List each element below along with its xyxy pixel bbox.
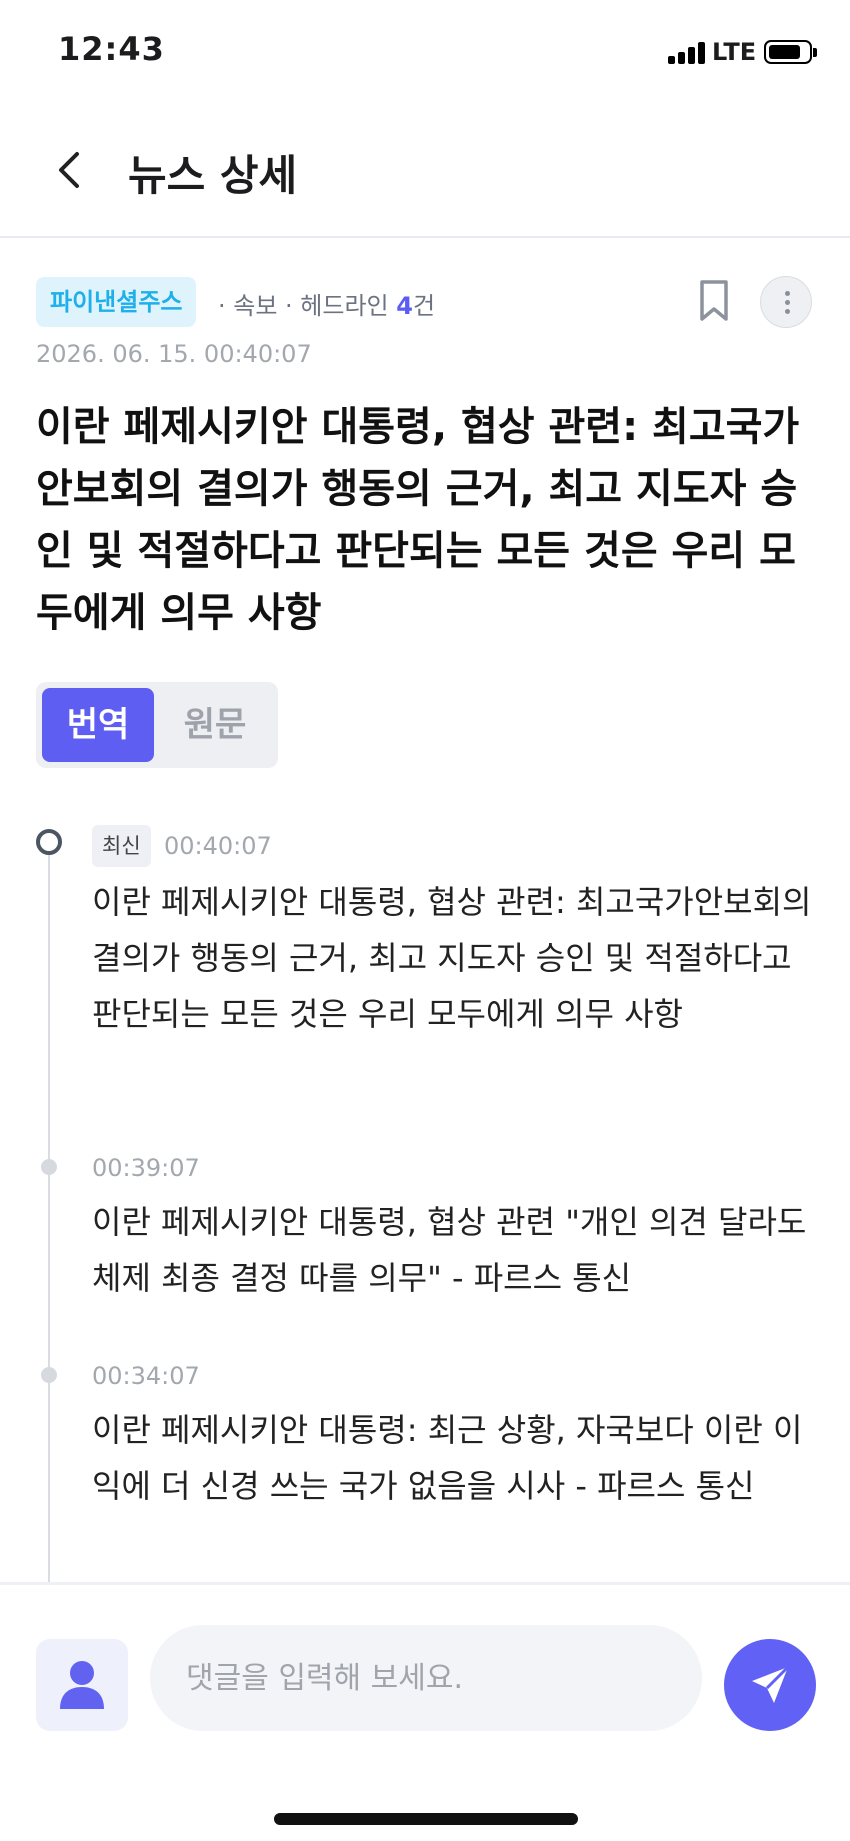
more-options-button[interactable] xyxy=(760,276,812,328)
status-bar: 12:43 LTE xyxy=(0,0,850,110)
app-header: 뉴스 상세 xyxy=(0,110,850,238)
user-icon xyxy=(60,1661,104,1709)
bookmark-icon xyxy=(700,280,728,321)
article-timestamp: 2026. 06. 15. 00:40:07 xyxy=(36,340,312,368)
battery-icon xyxy=(764,40,817,64)
meta-category: · 속보 · 헤드라인 xyxy=(218,292,389,320)
timeline-dot xyxy=(41,1367,57,1383)
page-title: 뉴스 상세 xyxy=(128,151,298,200)
back-button[interactable] xyxy=(40,140,100,200)
timeline-dot-latest xyxy=(36,829,62,855)
send-button[interactable] xyxy=(724,1639,816,1731)
comment-input[interactable] xyxy=(150,1625,702,1731)
more-vertical-icon xyxy=(785,291,790,296)
send-icon xyxy=(752,1665,790,1703)
status-time: 12:43 xyxy=(58,30,165,68)
network-type: LTE xyxy=(712,38,757,66)
timeline-time: 00:34:07 xyxy=(92,1362,200,1390)
timeline-time: 00:40:07 xyxy=(164,832,272,860)
source-badge[interactable]: 파이낸셜주스 xyxy=(36,277,197,327)
news-detail-screen: 12:43 LTE 뉴스 상세 파이낸셜주스 · 속보 · 헤드라인 4건 20… xyxy=(0,0,850,1841)
meta-count-suffix: 건 xyxy=(412,292,436,320)
original-tab[interactable]: 원문 xyxy=(158,688,272,762)
language-toggle: 번역 원문 xyxy=(36,682,278,768)
signal-icon xyxy=(668,40,706,64)
chevron-left-icon xyxy=(59,152,79,188)
timeline-item-text[interactable]: 이란 페제시키안 대통령, 협상 관련 "개인 의견 달라도 체제 최종 결정 … xyxy=(92,1194,822,1306)
timeline-time: 00:39:07 xyxy=(92,1154,200,1182)
timeline-line xyxy=(48,852,50,1582)
article-meta: · 속보 · 헤드라인 4건 xyxy=(218,286,435,321)
bookmark-button[interactable] xyxy=(694,278,734,324)
headline-count: 4 xyxy=(396,292,413,320)
article-headline: 이란 페제시키안 대통령, 협상 관련: 최고국가안보회의 결의가 행동의 근거… xyxy=(36,404,800,636)
latest-badge: 최신 xyxy=(92,825,151,867)
comment-bar xyxy=(0,1582,850,1841)
timeline-item-text[interactable]: 이란 페제시키안 대통령: 최근 상황, 자국보다 이란 이익에 더 신경 쓰는… xyxy=(92,1402,822,1514)
avatar xyxy=(36,1639,128,1731)
home-indicator xyxy=(274,1813,578,1825)
translation-tab[interactable]: 번역 xyxy=(42,688,154,762)
timeline-dot xyxy=(41,1159,57,1175)
timeline-item-text[interactable]: 이란 페제시키안 대통령, 협상 관련: 최고국가안보회의 결의가 행동의 근거… xyxy=(92,874,822,1042)
